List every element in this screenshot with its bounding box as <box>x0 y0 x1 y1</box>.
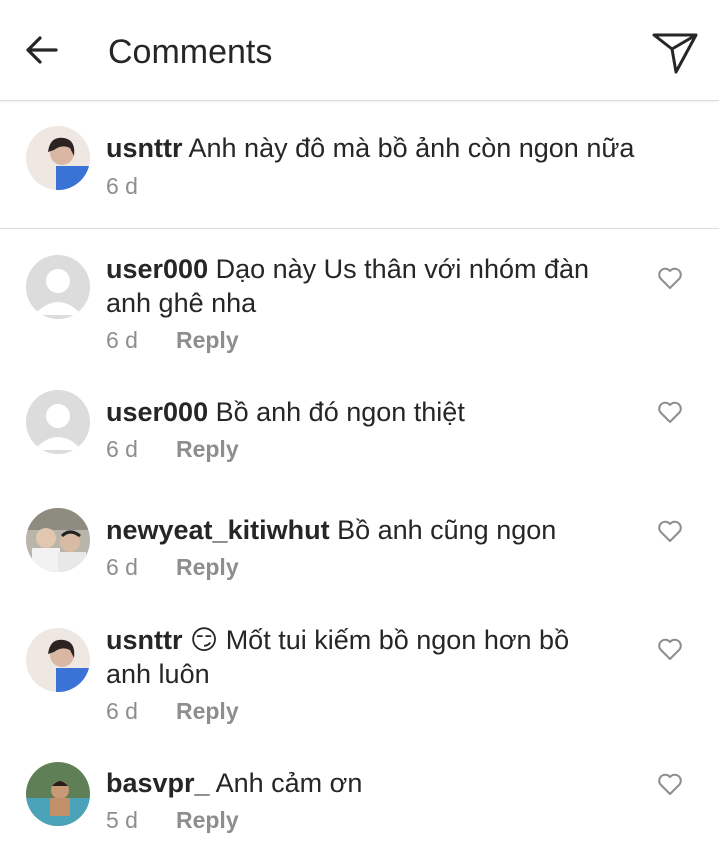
smirk-emoji: 😏 <box>190 625 219 655</box>
caption-meta: 6 d <box>106 171 138 201</box>
heart-icon[interactable] <box>657 519 683 543</box>
heart-icon[interactable] <box>657 637 683 661</box>
caption-text: usnttr Anh này đô mà bồ ảnh còn ngon nữa <box>106 131 636 165</box>
comment-body: Anh cảm ơn <box>215 768 363 798</box>
comment-age: 6 d <box>106 698 138 724</box>
comment-meta: 6 d Reply <box>106 552 239 582</box>
comment-username[interactable]: user000 <box>106 397 208 427</box>
comment-text: user000 Dạo này Us thân với nhóm đàn anh … <box>106 252 636 320</box>
comment-username[interactable]: usnttr <box>106 625 183 655</box>
caption-body: Anh này đô mà bồ ảnh còn ngon nữa <box>188 133 635 163</box>
reply-button[interactable]: Reply <box>176 327 239 353</box>
paper-plane-icon[interactable] <box>650 27 700 77</box>
caption-age: 6 d <box>106 173 138 199</box>
comment-body: Bồ anh đó ngon thiệt <box>215 397 465 427</box>
avatar[interactable] <box>26 762 90 826</box>
caption-username[interactable]: usnttr <box>106 133 183 163</box>
comment-age: 6 d <box>106 436 138 462</box>
comment-text: user000 Bồ anh đó ngon thiệt <box>106 395 636 429</box>
avatar[interactable] <box>26 126 90 190</box>
comment-meta: 6 d Reply <box>106 696 239 726</box>
heart-icon[interactable] <box>657 400 683 424</box>
reply-button[interactable]: Reply <box>176 698 239 724</box>
comment-body: Dạo này Us thân với nhóm đàn <box>215 254 590 284</box>
avatar[interactable] <box>26 390 90 454</box>
comment-meta: 6 d Reply <box>106 434 239 464</box>
comment-body: Bồ anh cũng ngon <box>337 515 557 545</box>
comment-text: usnttr 😏 Mốt tui kiếm bồ ngon hơn bồ anh … <box>106 623 636 691</box>
heart-icon[interactable] <box>657 266 683 290</box>
reply-button[interactable]: Reply <box>176 807 239 833</box>
comment-body-cont: anh ghê nha <box>106 288 257 318</box>
caption-section: usnttr Anh này đô mà bồ ảnh còn ngon nữa… <box>0 101 719 229</box>
comment-username[interactable]: newyeat_kitiwhut <box>106 515 330 545</box>
comment-username[interactable]: basvpr_ <box>106 768 210 798</box>
avatar[interactable] <box>26 255 90 319</box>
avatar[interactable] <box>26 628 90 692</box>
comment-age: 6 d <box>106 554 138 580</box>
page-title: Comments <box>108 33 273 71</box>
reply-button[interactable]: Reply <box>176 436 239 462</box>
heart-icon[interactable] <box>657 772 683 796</box>
comment-body-cont: anh luôn <box>106 659 210 689</box>
back-arrow-icon[interactable] <box>22 30 62 70</box>
reply-button[interactable]: Reply <box>176 554 239 580</box>
comment-meta: 5 d Reply <box>106 805 239 835</box>
comment-text: basvpr_ Anh cảm ơn <box>106 766 636 800</box>
comment-text: newyeat_kitiwhut Bồ anh cũng ngon <box>106 513 636 547</box>
comments-header: Comments <box>0 0 719 101</box>
avatar[interactable] <box>26 508 90 572</box>
comment-age: 6 d <box>106 327 138 353</box>
comment-username[interactable]: user000 <box>106 254 208 284</box>
comment-meta: 6 d Reply <box>106 325 239 355</box>
comment-age: 5 d <box>106 807 138 833</box>
comment-body: Mốt tui kiếm bồ ngon hơn bồ <box>225 625 570 655</box>
